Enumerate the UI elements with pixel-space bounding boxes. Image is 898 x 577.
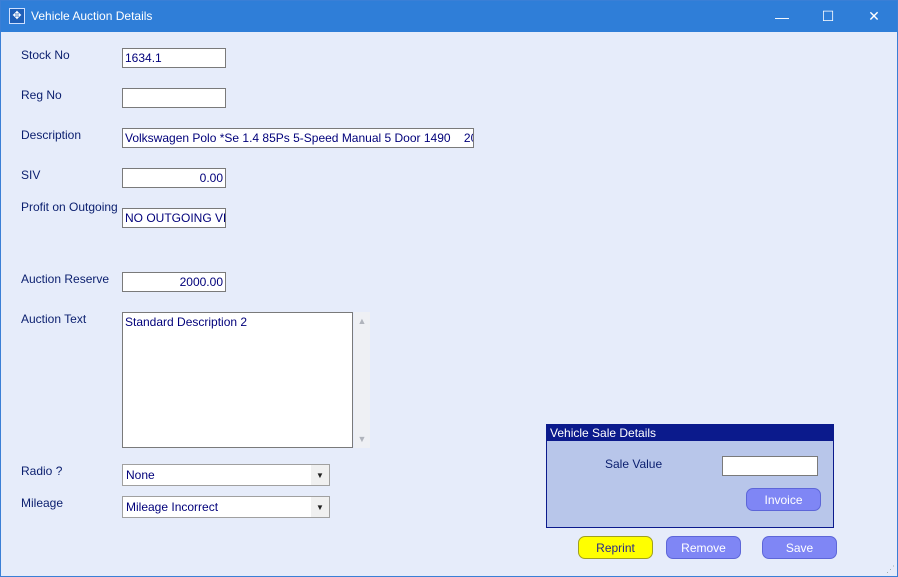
maximize-button[interactable]: ☐ [805,1,851,32]
profit-on-outgoing-field[interactable]: NO OUTGOING VEH [122,208,226,228]
save-button[interactable]: Save [762,536,837,559]
window-title: Vehicle Auction Details [31,9,153,23]
reg-no-field[interactable] [122,88,226,108]
sale-value-label: Sale Value [605,457,663,471]
close-button[interactable]: ✕ [851,1,897,32]
profit-on-outgoing-label: Profit on Outgoing [21,200,118,214]
radio-selected-value: None [126,468,155,482]
vehicle-sale-details-panel: Vehicle Sale Details Sale Value Invoice [546,424,834,528]
auction-reserve-label: Auction Reserve [21,272,110,286]
description-field[interactable]: Volkswagen Polo *Se 1.4 85Ps 5-Speed Man… [122,128,474,148]
chevron-down-icon[interactable]: ▼ [311,497,329,517]
panel-title: Vehicle Sale Details [547,425,833,441]
auction-text-label: Auction Text [21,312,87,326]
reg-no-label: Reg No [21,88,62,102]
auction-reserve-field[interactable]: 2000.00 [122,272,226,292]
remove-button[interactable]: Remove [666,536,741,559]
title-bar[interactable]: ✥ Vehicle Auction Details — ☐ ✕ [1,1,897,32]
siv-field[interactable]: 0.00 [122,168,226,188]
chevron-down-icon[interactable]: ▼ [311,465,329,485]
minimize-button[interactable]: — [759,1,805,32]
description-label: Description [21,128,82,142]
invoice-button[interactable]: Invoice [746,488,821,511]
radio-select[interactable]: None ▼ [122,464,330,486]
resize-grip-icon[interactable]: ⋰ [885,564,895,574]
auction-text-area[interactable]: Standard Description 2 [122,312,353,448]
radio-label: Radio ? [21,464,63,478]
reprint-button[interactable]: Reprint [578,536,653,559]
vehicle-auction-window: ✥ Vehicle Auction Details — ☐ ✕ Stock No… [0,0,898,577]
stock-no-label: Stock No [21,48,70,62]
scroll-up-icon[interactable]: ▲ [354,314,370,328]
scroll-down-icon[interactable]: ▼ [354,432,370,446]
auction-text-scrollbar[interactable]: ▲ ▼ [354,312,370,448]
siv-label: SIV [21,168,41,182]
mileage-selected-value: Mileage Incorrect [126,500,219,514]
mileage-select[interactable]: Mileage Incorrect ▼ [122,496,330,518]
sale-value-field[interactable] [722,456,818,476]
app-icon: ✥ [9,8,25,24]
stock-no-field[interactable]: 1634.1 [122,48,226,68]
mileage-label: Mileage [21,496,64,510]
